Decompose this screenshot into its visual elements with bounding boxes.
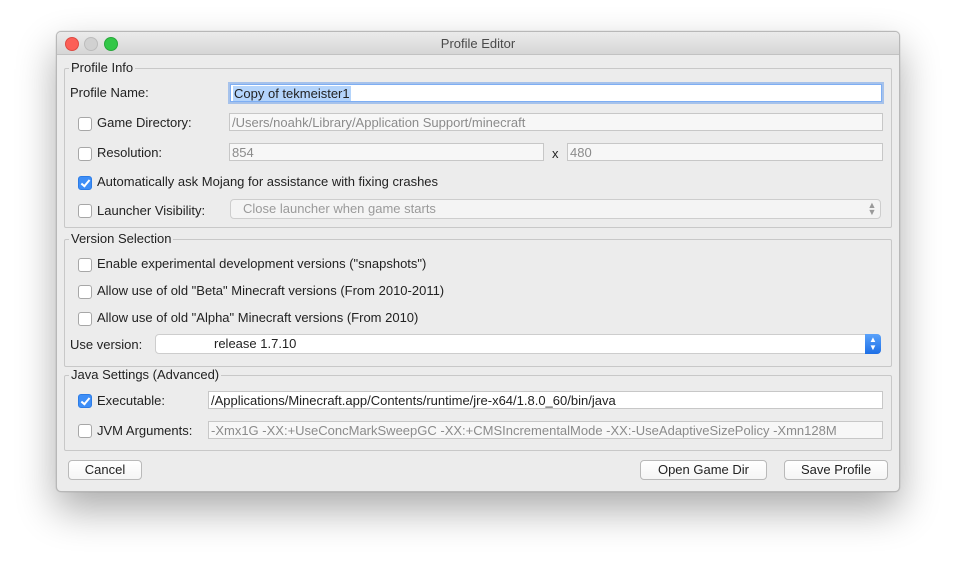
resolution-label: Resolution:	[97, 145, 163, 160]
save-profile-button[interactable]: Save Profile	[784, 460, 888, 480]
jvm-arguments-label: JVM Arguments:	[97, 423, 193, 438]
launcher-visibility-checkbox[interactable]	[78, 204, 92, 218]
jvm-arguments-input[interactable]: -Xmx1G -XX:+UseConcMarkSweepGC -XX:+CMSI…	[208, 421, 883, 439]
cancel-button[interactable]: Cancel	[68, 460, 142, 480]
use-version-value: release 1.7.10	[214, 336, 297, 351]
mojang-assist-label: Automatically ask Mojang for assistance …	[97, 174, 439, 189]
java-settings-legend: Java Settings (Advanced)	[69, 367, 222, 383]
use-version-select[interactable]: release 1.7.10 ▲ ▼	[155, 334, 881, 354]
resolution-height-input[interactable]: 480	[567, 143, 883, 161]
open-game-dir-button[interactable]: Open Game Dir	[640, 460, 767, 480]
jvm-arguments-checkbox[interactable]	[78, 424, 92, 438]
profile-name-input[interactable]: Copy of tekmeister1	[230, 84, 882, 102]
alpha-versions-label: Allow use of old "Alpha" Minecraft versi…	[97, 310, 419, 325]
launcher-visibility-select[interactable]: Close launcher when game starts ▲ ▼	[230, 199, 881, 219]
executable-label: Executable:	[97, 393, 165, 408]
chevron-updown-icon: ▲ ▼	[865, 334, 881, 354]
executable-checkbox[interactable]	[78, 394, 92, 408]
resolution-x-label: x	[552, 146, 559, 161]
profile-name-label: Profile Name:	[70, 85, 149, 100]
game-directory-checkbox[interactable]	[78, 117, 92, 131]
beta-versions-checkbox[interactable]	[78, 285, 92, 299]
profile-name-value: Copy of tekmeister1	[233, 86, 351, 101]
profile-editor-window: Profile Editor Profile Info Profile Name…	[56, 31, 900, 492]
use-version-label: Use version:	[70, 337, 143, 352]
resolution-width-input[interactable]: 854	[229, 143, 544, 161]
mojang-assist-checkbox[interactable]	[78, 176, 92, 190]
game-directory-label: Game Directory:	[97, 115, 192, 130]
profile-info-legend: Profile Info	[69, 60, 136, 76]
executable-input[interactable]: /Applications/Minecraft.app/Contents/run…	[208, 391, 883, 409]
launcher-visibility-value: Close launcher when game starts	[243, 201, 436, 216]
game-directory-input[interactable]: /Users/noahk/Library/Application Support…	[229, 113, 883, 131]
chevron-updown-icon: ▲ ▼	[867, 200, 877, 217]
title-bar: Profile Editor	[57, 32, 899, 55]
window-title: Profile Editor	[440, 36, 516, 51]
alpha-versions-checkbox[interactable]	[78, 312, 92, 326]
resolution-checkbox[interactable]	[78, 147, 92, 161]
beta-versions-label: Allow use of old "Beta" Minecraft versio…	[97, 283, 445, 298]
snapshots-checkbox[interactable]	[78, 258, 92, 272]
snapshots-label: Enable experimental development versions…	[97, 256, 427, 271]
version-selection-legend: Version Selection	[69, 231, 174, 247]
launcher-visibility-label: Launcher Visibility:	[97, 203, 206, 218]
java-settings-group: Java Settings (Advanced)	[64, 367, 892, 451]
